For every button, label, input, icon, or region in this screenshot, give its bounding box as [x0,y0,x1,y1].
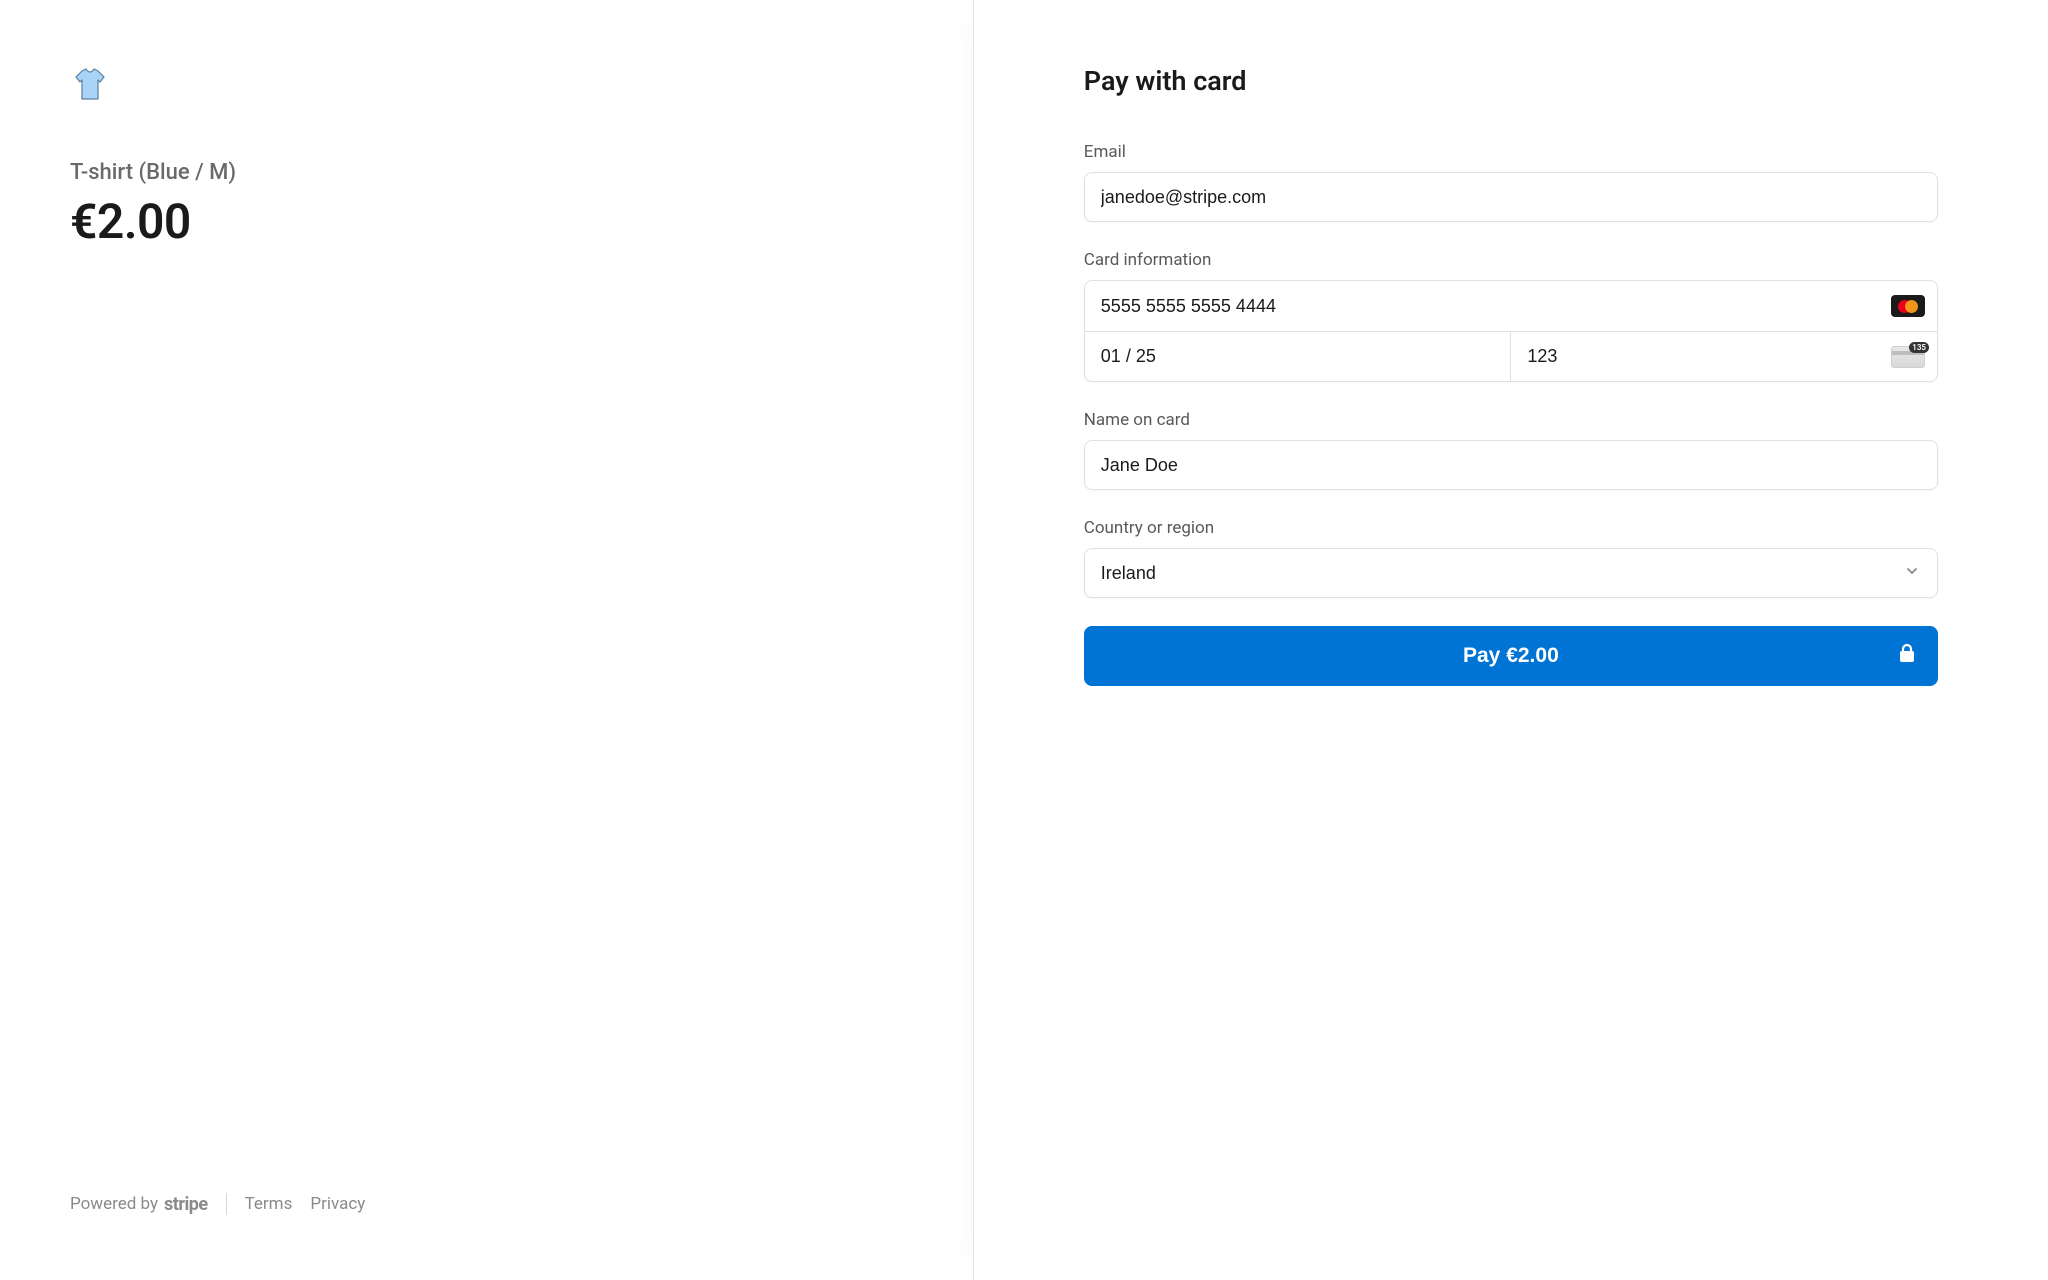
country-select[interactable]: Ireland [1084,548,1938,598]
product-name: T-shirt (Blue / M) [70,160,883,185]
card-cvc-field[interactable] [1527,332,1921,381]
terms-link[interactable]: Terms [245,1194,293,1214]
payment-form-panel: Pay with card Email Card information 135 [973,0,2048,1280]
pay-heading: Pay with card [1084,65,1938,97]
card-number-row [1085,281,1937,331]
lock-icon [1898,643,1916,669]
privacy-link[interactable]: Privacy [310,1194,365,1214]
card-expiry-cell [1085,332,1511,381]
country-group: Country or region Ireland [1084,518,1938,598]
email-group: Email [1084,142,1938,222]
email-field[interactable] [1084,172,1938,222]
card-label: Card information [1084,250,1938,270]
email-label: Email [1084,142,1938,162]
country-select-wrap: Ireland [1084,548,1938,598]
tshirt-icon [70,65,110,105]
pay-button[interactable]: Pay €2.00 [1084,626,1938,686]
mastercard-icon [1891,295,1925,317]
footer-divider [226,1193,227,1215]
powered-by-text: Powered by [70,1194,158,1214]
name-group: Name on card [1084,410,1938,490]
card-expiry-field[interactable] [1101,332,1495,381]
cvc-badge: 135 [1909,342,1929,353]
name-label: Name on card [1084,410,1938,430]
name-field[interactable] [1084,440,1938,490]
pay-button-label: Pay €2.00 [1463,644,1559,668]
country-label: Country or region [1084,518,1938,538]
stripe-logo: stripe [164,1194,208,1215]
footer: Powered by stripe Terms Privacy [70,1193,883,1215]
order-summary-panel: T-shirt (Blue / M) €2.00 Powered by stri… [0,0,973,1280]
card-group: 135 [1084,280,1938,382]
cvc-icon: 135 [1891,346,1925,368]
card-expiry-cvc-row: 135 [1085,331,1937,381]
card-group-wrapper: Card information 135 [1084,250,1938,382]
card-number-field[interactable] [1101,281,1921,331]
card-cvc-cell: 135 [1510,332,1937,381]
product-price: €2.00 [70,193,883,250]
powered-by: Powered by stripe [70,1194,208,1215]
